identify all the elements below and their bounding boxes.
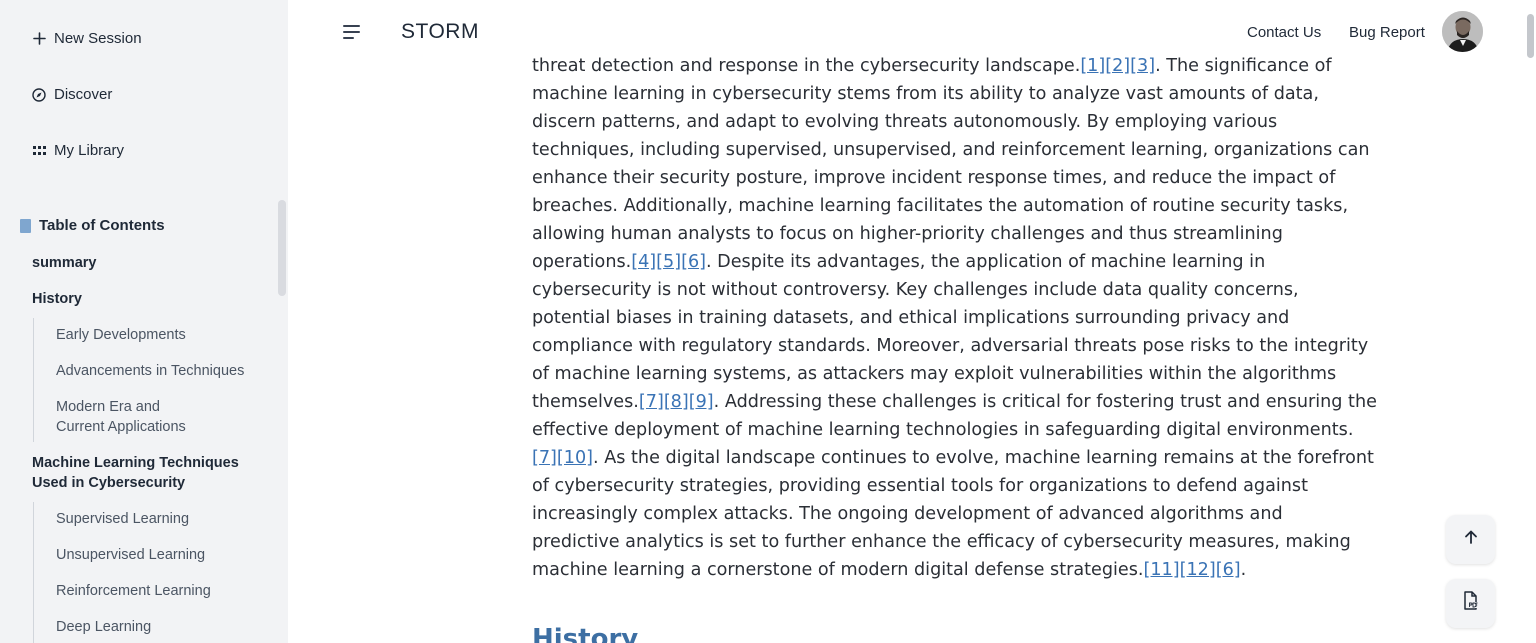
toc-title: Table of Contents bbox=[39, 217, 165, 234]
toc-item-deep-learning[interactable]: Deep Learning bbox=[56, 617, 151, 637]
citation-link[interactable]: [7] bbox=[639, 392, 664, 412]
citation-link[interactable]: [5] bbox=[656, 252, 681, 272]
citation-link[interactable]: [2] bbox=[1105, 56, 1130, 76]
toc-item-early-developments[interactable]: Early Developments bbox=[56, 325, 186, 345]
article-line: [7][10]. As the digital landscape contin… bbox=[532, 448, 1374, 468]
article-line: techniques, including supervised, unsupe… bbox=[532, 140, 1370, 160]
brand-title[interactable]: STORM bbox=[401, 20, 479, 44]
toc-heading: Table of Contents bbox=[20, 217, 165, 234]
toc-item-reinforcement[interactable]: Reinforcement Learning bbox=[56, 581, 211, 601]
toc-item-advancements[interactable]: Advancements in Techniques bbox=[56, 361, 244, 381]
article-line: increasingly complex attacks. The ongoin… bbox=[532, 504, 1283, 524]
article-line: machine learning in cybersecurity stems … bbox=[532, 84, 1319, 104]
citation-link[interactable]: [6] bbox=[1216, 560, 1241, 580]
discover-button[interactable]: Discover bbox=[32, 86, 112, 103]
article-body: threat detection and response in the cyb… bbox=[532, 52, 1377, 584]
page-scrollbar[interactable] bbox=[1527, 14, 1534, 58]
toc-item-ml-techniques[interactable]: Machine Learning Techniques Used in Cybe… bbox=[32, 453, 239, 493]
arrow-up-icon bbox=[1463, 529, 1479, 550]
citation-link[interactable]: [11] bbox=[1143, 560, 1179, 580]
toc-item-history[interactable]: History bbox=[32, 289, 82, 309]
citation-link[interactable]: [7] bbox=[532, 448, 557, 468]
grid-icon bbox=[32, 144, 46, 158]
toc-item-modern-era-line2: Current Applications bbox=[56, 419, 186, 435]
citation-link[interactable]: [10] bbox=[557, 448, 593, 468]
toc-item-summary[interactable]: summary bbox=[32, 253, 96, 273]
article-line: allowing human analysts to focus on high… bbox=[532, 224, 1283, 244]
sidebar: New Session Discover My Library Table of… bbox=[0, 0, 288, 643]
article-line: of cybersecurity strategies, providing e… bbox=[532, 476, 1308, 496]
toc-item-ml-techniques-line2: Used in Cybersecurity bbox=[32, 475, 186, 491]
article-line: effective deployment of machine learning… bbox=[532, 420, 1354, 440]
article-line: machine learning a cornerstone of modern… bbox=[532, 560, 1247, 580]
citation-link[interactable]: [4] bbox=[631, 252, 656, 272]
scroll-to-top-button[interactable] bbox=[1446, 515, 1495, 564]
article-line: discern patterns, and adapt to evolving … bbox=[532, 112, 1278, 132]
bug-report-link[interactable]: Bug Report bbox=[1349, 24, 1425, 41]
book-icon bbox=[20, 218, 31, 233]
toc-item-ml-techniques-line1: Machine Learning Techniques bbox=[32, 455, 239, 471]
discover-label: Discover bbox=[54, 86, 113, 103]
download-pdf-button[interactable] bbox=[1446, 579, 1495, 628]
toc-item-supervised[interactable]: Supervised Learning bbox=[56, 509, 189, 529]
citation-link[interactable]: [6] bbox=[681, 252, 706, 272]
compass-icon bbox=[32, 87, 46, 102]
section-heading-history: History bbox=[532, 624, 639, 643]
toc-indent-line bbox=[33, 502, 34, 643]
toc-item-modern-era-line1: Modern Era and bbox=[56, 399, 160, 415]
article-line: themselves.[7][8][9]. Addressing these c… bbox=[532, 392, 1377, 412]
pdf-file-icon bbox=[1462, 591, 1480, 616]
citation-link[interactable]: [9] bbox=[689, 392, 714, 412]
menu-toggle-button[interactable] bbox=[343, 24, 361, 40]
article-line: compliance with regulatory standards. Mo… bbox=[532, 336, 1369, 356]
my-library-button[interactable]: My Library bbox=[32, 142, 124, 159]
new-session-button[interactable]: New Session bbox=[32, 30, 142, 47]
article-line: threat detection and response in the cyb… bbox=[532, 56, 1332, 76]
article-line: cybersecurity is not without controversy… bbox=[532, 280, 1299, 300]
citation-link[interactable]: [1] bbox=[1080, 56, 1105, 76]
sidebar-scrollbar[interactable] bbox=[278, 200, 286, 296]
plus-icon bbox=[32, 32, 46, 46]
citation-link[interactable]: [3] bbox=[1130, 56, 1155, 76]
article-line: of machine learning systems, as attacker… bbox=[532, 364, 1337, 384]
article-line: potential biases in training datasets, a… bbox=[532, 308, 1290, 328]
avatar[interactable] bbox=[1442, 11, 1483, 52]
toc-indent-line bbox=[33, 318, 34, 442]
toc-item-unsupervised[interactable]: Unsupervised Learning bbox=[56, 545, 205, 565]
citation-link[interactable]: [12] bbox=[1180, 560, 1216, 580]
menu-icon bbox=[343, 25, 360, 27]
my-library-label: My Library bbox=[54, 142, 125, 159]
article-line: predictive analytics is set to further e… bbox=[532, 532, 1351, 552]
new-session-label: New Session bbox=[54, 30, 142, 47]
citation-link[interactable]: [8] bbox=[664, 392, 689, 412]
article-line: breaches. Additionally, machine learning… bbox=[532, 196, 1349, 216]
toc-item-modern-era[interactable]: Modern Era and Current Applications bbox=[56, 397, 186, 437]
article-line: enhance their security posture, improve … bbox=[532, 168, 1336, 188]
contact-us-link[interactable]: Contact Us bbox=[1247, 24, 1321, 41]
article-line: operations.[4][5][6]. Despite its advant… bbox=[532, 252, 1266, 272]
